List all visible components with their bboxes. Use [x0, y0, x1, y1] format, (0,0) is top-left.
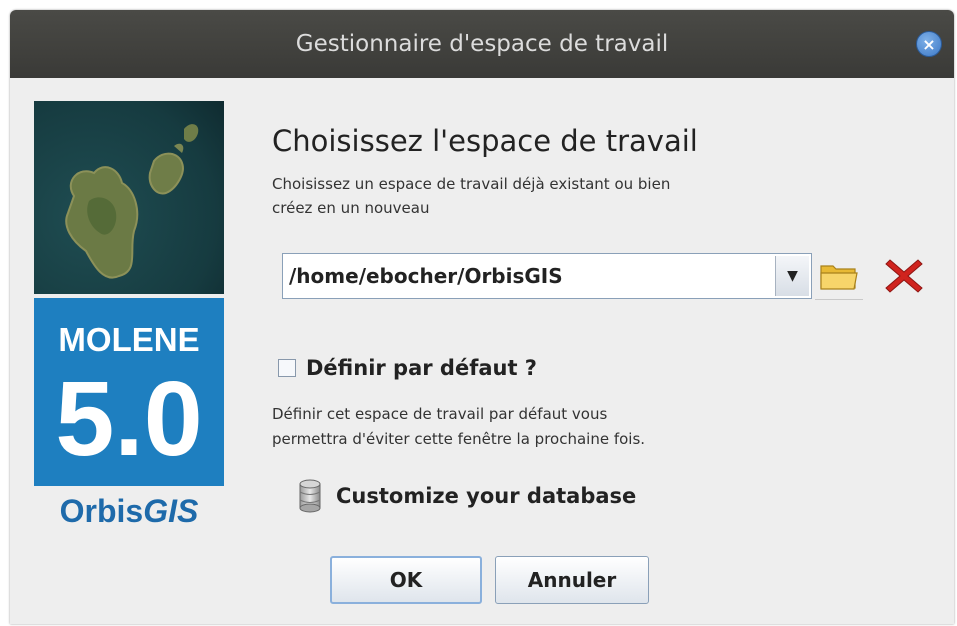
close-button[interactable]: ×	[916, 31, 942, 57]
chevron-down-icon: ▼	[787, 268, 798, 284]
customize-database-link[interactable]: Customize your database	[298, 479, 636, 513]
description-line-2: créez en un nouveau	[272, 199, 430, 217]
version-number: 5.0	[55, 360, 203, 478]
database-icon	[299, 479, 321, 513]
remove-workspace-button[interactable]	[882, 256, 926, 296]
workspace-path-value: /home/ebocher/OrbisGIS	[289, 264, 563, 288]
combobox-dropdown-button[interactable]: ▼	[775, 256, 809, 296]
remove-icon	[885, 259, 923, 293]
cancel-button[interactable]: Annuler	[495, 556, 649, 604]
splash-image: MOLENE 5.0 OrbisGIS	[34, 101, 224, 536]
ok-button[interactable]: OK	[330, 556, 482, 604]
island-aerial-image	[34, 101, 224, 294]
default-help-line-1: Définir cet espace de travail par défaut…	[272, 405, 608, 423]
page-title: Choisissez l'espace de travail	[272, 124, 698, 158]
brand-logo: OrbisGIS	[34, 493, 224, 530]
browse-folder-button[interactable]	[815, 253, 863, 300]
default-checkbox-row[interactable]: Définir par défaut ?	[278, 354, 537, 382]
default-checkbox-label[interactable]: Définir par défaut ?	[306, 356, 537, 380]
folder-icon	[820, 265, 858, 290]
window-title: Gestionnaire d'espace de travail	[295, 31, 669, 57]
description-line-1: Choisissez un espace de travail déjà exi…	[272, 175, 671, 193]
brand-prefix: Orbis	[59, 493, 144, 529]
title-bar: Gestionnaire d'espace de travail ×	[10, 10, 954, 78]
customize-database-label: Customize your database	[336, 484, 637, 508]
workspace-path-combobox[interactable]: /home/ebocher/OrbisGIS ▼	[282, 253, 812, 299]
workspace-manager-dialog: Gestionnaire d'espace de travail × MOLEN…	[10, 10, 954, 624]
product-name: MOLENE	[58, 321, 200, 358]
close-icon: ×	[922, 34, 936, 54]
brand-suffix: GIS	[143, 493, 199, 529]
default-checkbox[interactable]	[278, 359, 296, 377]
default-help-line-2: permettra d'éviter cette fenêtre la proc…	[272, 430, 646, 448]
